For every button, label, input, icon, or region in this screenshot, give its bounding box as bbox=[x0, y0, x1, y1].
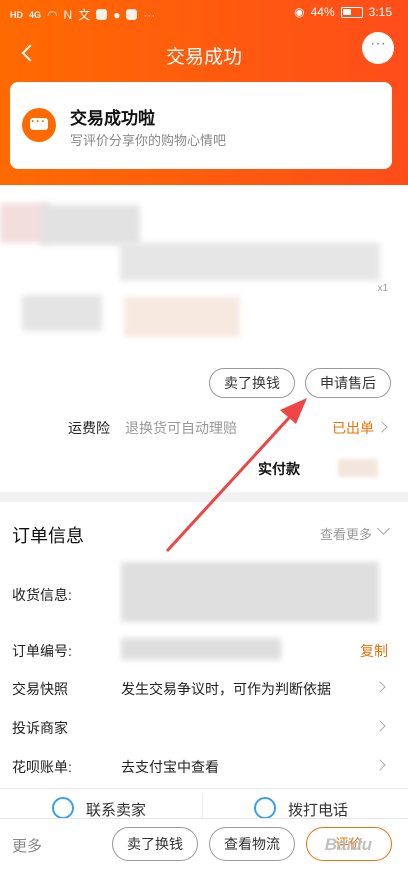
arrow-shaft bbox=[165, 406, 300, 553]
arrow-head bbox=[280, 398, 307, 424]
annotation-arrow bbox=[165, 398, 307, 553]
